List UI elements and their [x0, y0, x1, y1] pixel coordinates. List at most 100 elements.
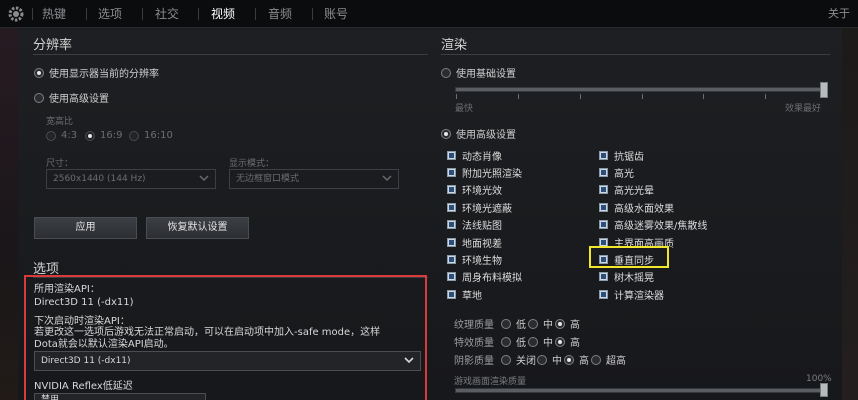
radio-label: 中 — [552, 356, 562, 367]
render-scale-slider[interactable] — [455, 388, 827, 393]
radio-texture-low[interactable]: 低 — [501, 316, 526, 331]
checkbox-fog-caustics[interactable]: 高级迷雾效果/焦散线 — [599, 217, 707, 232]
render-scale-slider-handle[interactable] — [820, 383, 828, 397]
checkbox-anti-aliasing[interactable]: 抗锯齿 — [599, 148, 644, 163]
radio-label: 低 — [516, 320, 526, 331]
slider-tick — [765, 94, 766, 99]
radio-use-advanced-resolution[interactable]: 使用高级设置 — [34, 90, 109, 105]
tab-options[interactable]: 选项 — [98, 0, 122, 28]
radio-use-basic-settings[interactable]: 使用基础设置 — [441, 65, 516, 80]
tab-social[interactable]: 社交 — [155, 0, 179, 28]
resolution-size-select[interactable]: 2560x1440 (144 Hz) — [46, 169, 216, 189]
radio-label: 使用显示器当前的分辨率 — [49, 69, 159, 80]
radio-shadow-off[interactable]: 关闭 — [501, 352, 536, 367]
radio-dot — [129, 130, 139, 141]
checkbox-ambient-creatures[interactable]: 环境生物 — [447, 252, 502, 267]
checkbox-label: 周身布料模拟 — [462, 273, 522, 284]
radio-shadow-medium[interactable]: 中 — [537, 352, 562, 367]
radio-dot — [564, 354, 574, 365]
checkbox-dynamic-portraits[interactable]: 动态肖像 — [447, 148, 502, 163]
slider-tick — [456, 94, 457, 99]
radio-label: 使用高级设置 — [49, 94, 109, 105]
apply-button[interactable]: 应用 — [34, 217, 137, 239]
radio-dot — [501, 354, 511, 365]
gear-icon[interactable] — [6, 4, 26, 24]
tab-separator — [198, 8, 199, 20]
radio-aspect-16-10[interactable]: 16:10 — [129, 130, 173, 141]
checkbox-box — [599, 185, 608, 194]
checkbox-box — [599, 272, 608, 281]
radio-dot — [591, 354, 601, 365]
quality-preset-slider[interactable] — [455, 87, 827, 92]
radio-dot — [537, 354, 547, 365]
radio-use-advanced-render[interactable]: 使用高级设置 — [441, 126, 516, 141]
tab-video[interactable]: 视频 — [211, 0, 235, 28]
render-api-value: Direct3D 11 (-dx11) — [34, 297, 134, 308]
checkbox-additional-lighting[interactable]: 附加光照渲染 — [447, 165, 522, 180]
checkbox-box — [447, 238, 456, 247]
radio-label: 中 — [543, 320, 553, 331]
checkbox-box — [447, 290, 456, 299]
background-art-right — [842, 28, 858, 400]
restore-defaults-button[interactable]: 恢复默认设置 — [146, 217, 249, 239]
radio-use-current-resolution[interactable]: 使用显示器当前的分辨率 — [34, 65, 159, 80]
quality-preset-slider-handle[interactable] — [820, 82, 828, 98]
chevron-down-icon — [382, 175, 392, 181]
slider-tick — [703, 94, 704, 99]
radio-texture-high[interactable]: 高 — [555, 316, 580, 331]
radio-texture-medium[interactable]: 中 — [528, 316, 553, 331]
checkbox-bloom[interactable]: 高光光晕 — [599, 182, 654, 197]
checkbox-compute-shaders[interactable]: 计算渲染器 — [599, 287, 664, 302]
radio-aspect-16-9[interactable]: 16:9 — [85, 130, 122, 141]
checkbox-box — [447, 272, 456, 281]
radio-label: 中 — [543, 338, 553, 349]
radio-label: 4:3 — [61, 130, 78, 141]
radio-effects-low[interactable]: 低 — [501, 334, 526, 349]
top-nav-bar: 热键 选项 社交 视频 音频 账号 关于 — [0, 0, 858, 28]
resolution-section-title: 分辨率 — [33, 38, 73, 53]
radio-effects-high[interactable]: 高 — [555, 334, 580, 349]
tab-account[interactable]: 账号 — [324, 0, 348, 28]
radio-dot — [441, 128, 451, 139]
display-mode-select[interactable]: 无边框窗口模式 — [229, 169, 399, 189]
checkbox-tree-sway[interactable]: 树木摇晃 — [599, 269, 654, 284]
background-art-left — [0, 28, 18, 400]
checkbox-high-quality-water[interactable]: 高级水面效果 — [599, 200, 674, 215]
slider-tick — [580, 94, 581, 99]
checkbox-box — [447, 185, 456, 194]
nvidia-reflex-select[interactable]: 禁用 — [34, 393, 206, 400]
chevron-down-icon — [199, 175, 209, 181]
render-scale-label: 游戏画面渲染质量 — [454, 377, 527, 387]
select-value: 2560x1440 (144 Hz) — [53, 174, 146, 184]
checkbox-label: 高光光晕 — [614, 186, 654, 197]
checkbox-box — [447, 168, 456, 177]
checkbox-ambient-occlusion[interactable]: 环境光遮蔽 — [447, 200, 512, 215]
checkbox-box — [599, 290, 608, 299]
radio-dot — [34, 92, 44, 103]
select-value: 无边框窗口模式 — [236, 174, 300, 184]
radio-effects-medium[interactable]: 中 — [528, 334, 553, 349]
checkbox-grass[interactable]: 草地 — [447, 287, 482, 302]
checkbox-label: 环境光效 — [462, 186, 502, 197]
tab-hotkeys[interactable]: 热键 — [42, 0, 66, 28]
chevron-down-icon — [404, 357, 414, 364]
checkbox-label: 计算渲染器 — [614, 291, 664, 302]
radio-dot — [528, 318, 538, 329]
radio-label: 高 — [570, 320, 580, 331]
about-link[interactable]: 关于 — [828, 0, 850, 28]
checkbox-ambient-lighting[interactable]: 环境光效 — [447, 182, 502, 197]
checkbox-specular[interactable]: 高光 — [599, 165, 634, 180]
radio-shadow-ultra[interactable]: 超高 — [591, 352, 626, 367]
checkbox-cloth-simulation[interactable]: 周身布料模拟 — [447, 269, 522, 284]
checkbox-normal-maps[interactable]: 法线贴图 — [447, 217, 502, 232]
effects-quality-label: 特效质量 — [454, 338, 494, 349]
radio-aspect-4-3[interactable]: 4:3 — [46, 130, 77, 141]
checkbox-label: 高光 — [614, 169, 634, 180]
render-api-select[interactable]: Direct3D 11 (-dx11) — [34, 351, 421, 371]
tab-audio[interactable]: 音频 — [268, 0, 292, 28]
checkbox-label: 地面视差 — [462, 239, 502, 250]
radio-shadow-high[interactable]: 高 — [564, 352, 589, 367]
checkbox-ground-parallax[interactable]: 地面视差 — [447, 235, 502, 250]
checkbox-box — [447, 220, 456, 229]
slider-fill — [456, 389, 826, 392]
